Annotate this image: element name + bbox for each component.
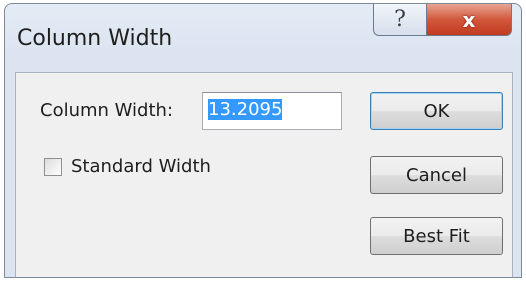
ok-button[interactable]: OK (370, 92, 503, 130)
help-button[interactable]: ? (373, 4, 427, 36)
column-width-input[interactable]: 13.2095 (202, 92, 342, 130)
column-width-label: Column Width: (40, 100, 174, 121)
column-width-dialog: Column Width ? x Column Width: 13.2095 S… (4, 3, 522, 278)
close-button[interactable]: x (426, 4, 512, 36)
close-icon: x (462, 7, 476, 32)
dialog-body: Column Width: 13.2095 Standard Width OK … (15, 72, 513, 277)
cancel-button[interactable]: Cancel (370, 156, 503, 194)
title-bar: Column Width ? x (5, 4, 521, 64)
column-width-value: 13.2095 (208, 99, 283, 120)
standard-width-label[interactable]: Standard Width (71, 156, 211, 177)
dialog-title: Column Width (17, 26, 173, 51)
standard-width-checkbox[interactable] (44, 158, 62, 176)
best-fit-button[interactable]: Best Fit (370, 217, 503, 255)
help-icon: ? (394, 6, 406, 32)
